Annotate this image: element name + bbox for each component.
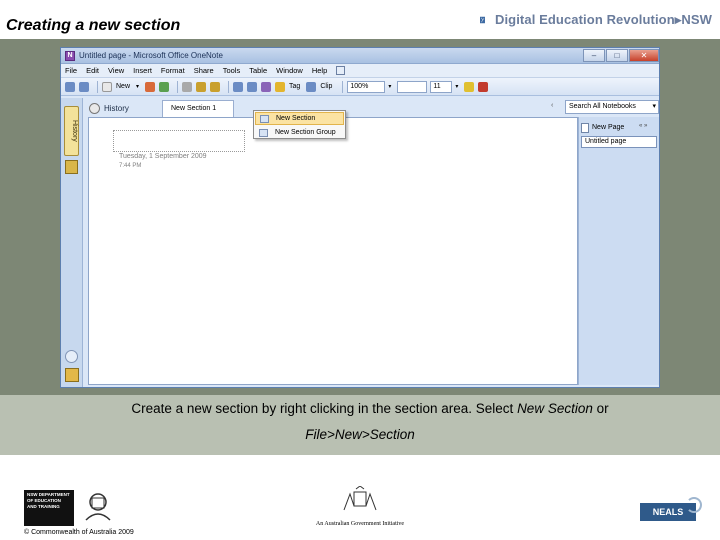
menu-window[interactable]: Window [276, 66, 303, 75]
menu-edit[interactable]: Edit [86, 66, 99, 75]
caption-line-1: Create a new section by right clicking i… [0, 396, 720, 422]
menu-tools[interactable]: Tools [223, 66, 241, 75]
caption-line-2: File>New>Section [305, 427, 415, 442]
tag-star-icon[interactable] [275, 81, 286, 92]
close-button[interactable]: ✕ [629, 49, 659, 62]
forward-icon[interactable] [79, 81, 89, 92]
caption-text: Create a new section by right clicking i… [131, 401, 518, 416]
copy-icon[interactable] [196, 81, 207, 92]
copyright-notice: © Commonwealth of Australia 2009 [24, 529, 134, 536]
search-notebooks-input[interactable]: Search All Notebooks ▾ [565, 100, 659, 114]
menu-table[interactable]: Table [249, 66, 267, 75]
new-page-label: New Page [592, 124, 625, 131]
menu-bar: File Edit View Insert Format Share Tools… [61, 64, 659, 78]
search-dropdown-icon[interactable]: ▾ [652, 101, 656, 113]
menu-format[interactable]: Format [161, 66, 185, 75]
nsw-crest-icon [85, 493, 111, 521]
caption-emphasis: New Section [517, 401, 593, 416]
new-section-icon [260, 114, 269, 123]
page-list-item[interactable]: Untitled page [581, 136, 657, 148]
new-page-button[interactable]: New Page [581, 121, 631, 134]
der-logo-text: Digital Education Revolution▸NSW [494, 12, 712, 27]
cut-icon[interactable] [182, 81, 193, 92]
notebook-icon[interactable] [65, 160, 78, 174]
undo-icon[interactable] [233, 81, 244, 92]
new-dropdown-icon[interactable]: ▾ [136, 83, 139, 90]
zoom-select[interactable]: 100% [347, 80, 386, 93]
menu-view[interactable]: View [108, 66, 124, 75]
font-color-icon[interactable] [478, 81, 489, 92]
menu-share[interactable]: Share [194, 66, 214, 75]
standard-toolbar: New ▾ Tag Clip 100% ▾ 11 ▾ [61, 78, 659, 96]
menu-item-new-section-group[interactable]: New Section Group [255, 126, 344, 139]
neals-logo: NEALS [640, 497, 704, 525]
new-page-icon[interactable] [102, 81, 112, 92]
window-title: Untitled page - Microsoft Office OneNote [79, 51, 223, 60]
commonwealth-crest-icon [343, 485, 377, 511]
highlight-icon[interactable] [464, 81, 475, 92]
clip-icon[interactable] [306, 81, 317, 92]
instruction-caption: Create a new section by right clicking i… [0, 396, 720, 448]
menu-help[interactable]: Help [312, 66, 327, 75]
new-section-group-icon [259, 128, 268, 137]
tag-button[interactable]: Tag [289, 83, 300, 90]
history-notebook-tab[interactable]: History [64, 106, 79, 156]
page-title-field[interactable] [113, 130, 245, 152]
note-page[interactable]: Tuesday, 1 September 2009 7:44 PM [88, 117, 578, 385]
clip-button[interactable]: Clip [320, 83, 332, 90]
new-button[interactable]: New [116, 83, 130, 90]
history-icon [89, 102, 100, 114]
menu-insert[interactable]: Insert [133, 66, 152, 75]
caption-text: or [592, 401, 609, 416]
tab-scroll-icon[interactable]: ‹ [551, 102, 553, 109]
context-menu: New Section New Section Group [253, 110, 346, 139]
pen-icon[interactable] [261, 81, 272, 92]
font-size-select[interactable]: 11 [430, 80, 453, 93]
paste-icon[interactable] [210, 81, 221, 92]
page-date: Tuesday, 1 September 2009 [119, 153, 207, 160]
menu-file[interactable]: File [65, 66, 77, 75]
nsw-det-logo: NSW DEPARTMENT OF EDUCATION AND TRAINING [24, 490, 118, 528]
unfiled-notes-icon[interactable] [65, 368, 79, 382]
minimize-button[interactable]: – [583, 49, 605, 62]
notebook-navigation: History [61, 98, 83, 387]
spelling-icon[interactable] [159, 81, 170, 92]
slide-title: Creating a new section [6, 17, 181, 34]
search-notebooks-text: Search All Notebooks [569, 103, 636, 110]
new-page-icon [581, 122, 589, 133]
page-list-pane: New Page « » Untitled page [578, 117, 659, 385]
der-logo: Digital Education Revolution▸NSW [480, 6, 712, 34]
gov-initiative-text: An Australian Government Initiative [315, 521, 405, 527]
tab-new-section-1[interactable]: New Section 1 [162, 100, 234, 117]
window-titlebar: N Untitled page - Microsoft Office OneNo… [61, 48, 659, 64]
australian-government-logo: An Australian Government Initiative [300, 485, 420, 530]
back-icon[interactable] [65, 81, 75, 92]
onenote-window: N Untitled page - Microsoft Office OneNo… [60, 47, 660, 388]
help-search-icon[interactable] [336, 66, 346, 75]
der-logo-icon [480, 16, 485, 24]
onenote-app-icon: N [65, 50, 75, 61]
menu-item-label: New Section Group [275, 129, 336, 136]
zoom-dropdown-icon[interactable]: ▾ [388, 83, 391, 90]
menu-item-label: New Section [276, 115, 316, 122]
redo-icon[interactable] [247, 81, 258, 92]
font-select[interactable] [397, 80, 428, 93]
history-header: History [89, 100, 129, 116]
all-notebooks-icon[interactable] [65, 350, 78, 363]
det-logo-text: NSW DEPARTMENT OF EDUCATION AND TRAINING [24, 490, 74, 526]
section-tab-row[interactable]: History New Section 1 ‹ Search All Noteb… [83, 98, 659, 117]
menu-item-new-section[interactable]: New Section [255, 112, 344, 125]
history-label: History [104, 103, 129, 113]
page-list-collapse-icon[interactable]: « » [639, 123, 647, 129]
print-icon[interactable] [145, 81, 156, 92]
page-time: 7:44 PM [119, 163, 142, 169]
maximize-button[interactable]: □ [606, 49, 628, 62]
font-size-dropdown-icon[interactable]: ▾ [455, 83, 458, 90]
neals-swirl-icon [686, 497, 702, 513]
